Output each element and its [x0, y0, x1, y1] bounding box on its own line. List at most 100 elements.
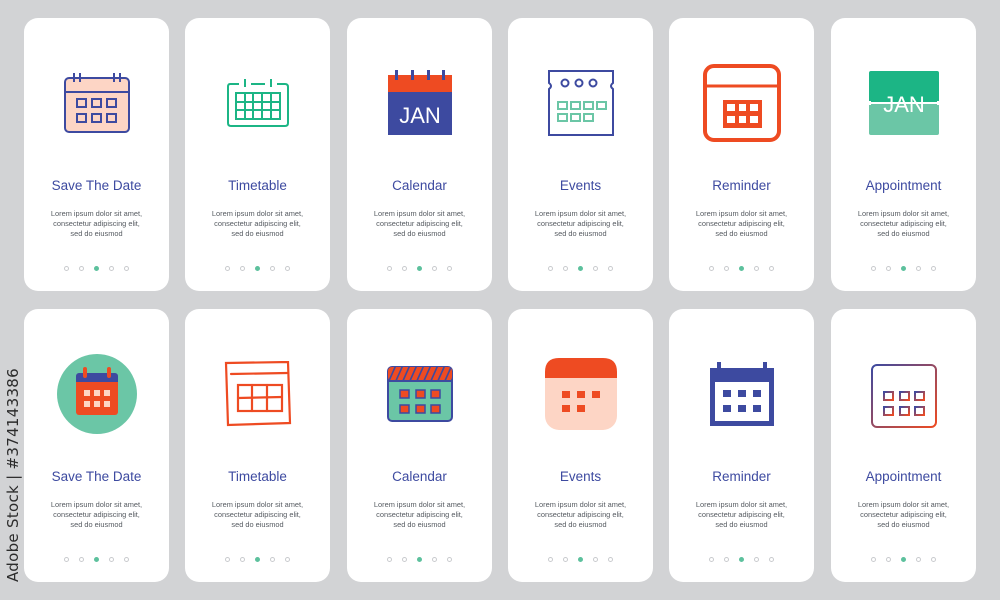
pagination-dot[interactable] [916, 557, 921, 562]
pagination-dot[interactable] [886, 266, 891, 271]
pagination-dot[interactable] [931, 557, 936, 562]
pagination-dot[interactable] [563, 557, 568, 562]
pagination-dot[interactable] [709, 557, 714, 562]
pagination-dot-active[interactable] [417, 266, 422, 271]
pagination-dot[interactable] [709, 266, 714, 271]
onboarding-card[interactable]: Events Lorem ipsum dolor sit amet, consect… [508, 309, 653, 582]
description-line: sed do eiusmod [70, 229, 123, 238]
pagination-dot[interactable] [402, 557, 407, 562]
onboarding-card[interactable]: Calendar Lorem ipsum dolor sit amet, conse… [347, 309, 492, 582]
pagination-dots [669, 557, 814, 562]
onboarding-card[interactable]: Timetable Lorem ipsum dolor sit amet, cons… [185, 18, 330, 291]
description-line: consectetur adipiscing elit, [537, 510, 624, 519]
pagination-dot[interactable] [124, 266, 129, 271]
pagination-dot[interactable] [769, 266, 774, 271]
pagination-dot[interactable] [593, 557, 598, 562]
pagination-dot[interactable] [270, 557, 275, 562]
pagination-dot[interactable] [109, 557, 114, 562]
description-line: consectetur adipiscing elit, [698, 510, 785, 519]
onboarding-card[interactable]: Appointment Lorem ipsum dolor sit amet, co… [831, 309, 976, 582]
pagination-dot[interactable] [724, 266, 729, 271]
timetable-grid-outline-icon [185, 58, 330, 148]
onboarding-card[interactable]: JAN Appointment Lorem ipsum dolor sit ame… [831, 18, 976, 291]
pagination-dot[interactable] [270, 266, 275, 271]
pagination-dot[interactable] [769, 557, 774, 562]
card-description: Lorem ipsum dolor sit amet, consectetur a… [355, 209, 484, 239]
pagination-dots [185, 266, 330, 271]
pagination-dot[interactable] [240, 266, 245, 271]
onboarding-card[interactable]: Timetable Lorem ipsum dolor sit amet, cons… [185, 309, 330, 582]
calendar-solid-icon [669, 349, 814, 439]
pagination-dot-active[interactable] [417, 557, 422, 562]
description-line: sed do eiusmod [393, 520, 446, 529]
pagination-dot-active[interactable] [94, 266, 99, 271]
pagination-dot[interactable] [225, 266, 230, 271]
description-line: consectetur adipiscing elit, [53, 510, 140, 519]
pagination-dot[interactable] [387, 266, 392, 271]
description-line: Lorem ipsum dolor sit amet, [50, 500, 143, 509]
pagination-dot[interactable] [225, 557, 230, 562]
pagination-dot[interactable] [285, 266, 290, 271]
pagination-dot[interactable] [871, 266, 876, 271]
pagination-dot[interactable] [916, 266, 921, 271]
pagination-dot[interactable] [608, 266, 613, 271]
pagination-dot[interactable] [402, 266, 407, 271]
card-description: Lorem ipsum dolor sit amet, consectetur a… [677, 500, 806, 530]
pagination-dot[interactable] [593, 266, 598, 271]
pagination-dot-active[interactable] [739, 266, 744, 271]
event-ticket-calendar-icon [508, 58, 653, 148]
pagination-dot-active[interactable] [94, 557, 99, 562]
description-line: consectetur adipiscing elit, [376, 510, 463, 519]
pagination-dot[interactable] [285, 557, 290, 562]
pagination-dot[interactable] [79, 557, 84, 562]
pagination-dot[interactable] [124, 557, 129, 562]
pagination-dot[interactable] [548, 557, 553, 562]
pagination-dot[interactable] [64, 266, 69, 271]
description-line: Lorem ipsum dolor sit amet, [50, 209, 143, 218]
pagination-dot[interactable] [754, 557, 759, 562]
pagination-dot[interactable] [886, 557, 891, 562]
card-description: Lorem ipsum dolor sit amet, consectetur a… [839, 500, 968, 530]
pagination-dot[interactable] [871, 557, 876, 562]
pagination-dot-active[interactable] [901, 266, 906, 271]
pagination-dot[interactable] [563, 266, 568, 271]
onboarding-card[interactable]: Save The Date Lorem ipsum dolor sit amet,… [24, 18, 169, 291]
pagination-dot[interactable] [432, 266, 437, 271]
description-line: consectetur adipiscing elit, [376, 219, 463, 228]
onboarding-card[interactable]: Events Lorem ipsum dolor sit amet, consect… [508, 18, 653, 291]
pagination-dot[interactable] [109, 266, 114, 271]
pagination-dot[interactable] [447, 266, 452, 271]
pagination-dot-active[interactable] [255, 266, 260, 271]
pagination-dot[interactable] [432, 557, 437, 562]
description-line: sed do eiusmod [70, 520, 123, 529]
pagination-dot[interactable] [64, 557, 69, 562]
flip-calendar-jan-icon: JAN [831, 58, 976, 148]
card-title: Timetable [228, 469, 287, 484]
pagination-dots [185, 557, 330, 562]
icon-month-label: JAN [883, 92, 925, 117]
pagination-dot[interactable] [447, 557, 452, 562]
onboarding-card[interactable]: Reminder Lorem ipsum dolor sit amet, conse… [669, 309, 814, 582]
pagination-dot[interactable] [548, 266, 553, 271]
sketch-timetable-icon [185, 349, 330, 439]
pagination-dot[interactable] [608, 557, 613, 562]
pagination-dot[interactable] [931, 266, 936, 271]
pagination-dot-active[interactable] [739, 557, 744, 562]
pagination-dot-active[interactable] [578, 266, 583, 271]
onboarding-card[interactable]: Reminder Lorem ipsum dolor sit amet, conse… [669, 18, 814, 291]
pagination-dot[interactable] [724, 557, 729, 562]
pagination-dot-active[interactable] [255, 557, 260, 562]
pagination-dot[interactable] [754, 266, 759, 271]
description-line: sed do eiusmod [231, 229, 284, 238]
onboarding-card[interactable]: Save The Date Lorem ipsum dolor sit amet,… [24, 309, 169, 582]
pagination-dot-active[interactable] [578, 557, 583, 562]
pagination-dot[interactable] [79, 266, 84, 271]
onboarding-card[interactable]: JAN Calendar Lorem ipsum dolor sit amet, c… [347, 18, 492, 291]
pagination-dots [831, 557, 976, 562]
card-title: Calendar [392, 178, 447, 193]
pagination-dot-active[interactable] [901, 557, 906, 562]
pagination-dot[interactable] [387, 557, 392, 562]
description-line: consectetur adipiscing elit, [860, 219, 947, 228]
card-title: Reminder [712, 178, 771, 193]
pagination-dot[interactable] [240, 557, 245, 562]
